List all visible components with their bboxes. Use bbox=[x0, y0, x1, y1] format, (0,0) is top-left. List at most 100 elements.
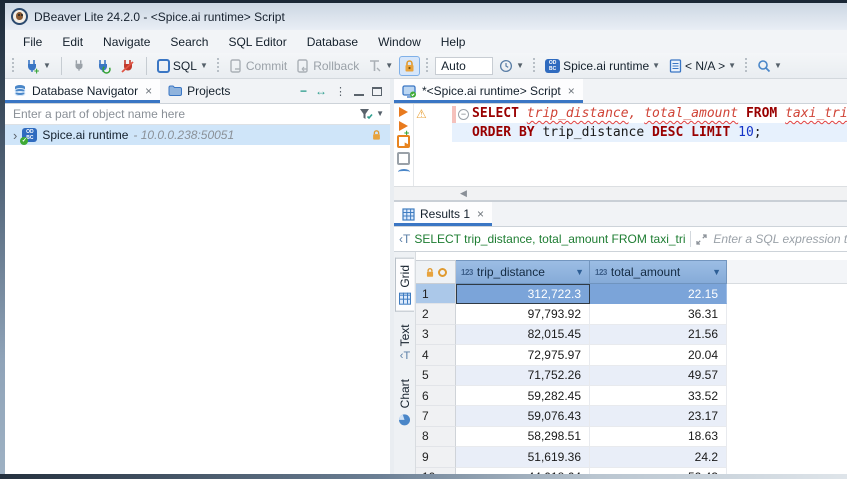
maximize-icon[interactable] bbox=[372, 87, 382, 96]
new-connection-button[interactable]: + ▼ bbox=[21, 56, 54, 76]
tab-sql-script[interactable]: *<Spice.ai runtime> Script × bbox=[394, 79, 583, 103]
transaction-mode-button[interactable]: ▼ bbox=[365, 57, 396, 75]
execute-script-button[interactable] bbox=[397, 135, 410, 148]
column-header-total-amount[interactable]: 123 total_amount ▼ bbox=[590, 260, 727, 284]
tx-mode-combo[interactable]: Auto bbox=[435, 57, 493, 75]
search-button[interactable]: ▼ bbox=[754, 57, 785, 75]
row-number[interactable]: 5 bbox=[416, 366, 456, 386]
menu-item-window[interactable]: Window bbox=[368, 32, 431, 52]
row-number[interactable]: 2 bbox=[416, 304, 456, 324]
table-row[interactable]: 472,975.9720.04 bbox=[416, 345, 847, 365]
sql-editor-body[interactable]: + ⚠ − SELECT trip_distance, total_amount… bbox=[394, 104, 847, 186]
expand-icon[interactable] bbox=[695, 233, 708, 246]
view-tab-text[interactable]: ‹T Text bbox=[396, 318, 414, 367]
close-icon[interactable]: × bbox=[477, 207, 484, 221]
connection-lock-toggle[interactable] bbox=[399, 56, 420, 76]
close-icon[interactable]: × bbox=[145, 84, 152, 98]
filter-funnel-icon[interactable] bbox=[358, 107, 374, 121]
cell-total-amount[interactable]: 22.15 bbox=[590, 284, 727, 304]
code-line-2[interactable]: ORDER BY trip_distance DESC LIMIT 10; bbox=[452, 123, 847, 142]
sort-desc-icon[interactable]: ▼ bbox=[712, 267, 721, 277]
row-number[interactable]: 3 bbox=[416, 325, 456, 345]
expander-icon[interactable]: › bbox=[13, 128, 17, 143]
sql-editor-button[interactable]: SQL ▼ bbox=[154, 57, 211, 75]
table-row[interactable]: 571,752.2649.57 bbox=[416, 366, 847, 386]
menu-item-database[interactable]: Database bbox=[297, 32, 368, 52]
editor-horizontal-scrollbar[interactable]: ◀ bbox=[394, 186, 847, 200]
disconnect-button[interactable] bbox=[117, 56, 139, 76]
execute-statement-button[interactable] bbox=[399, 107, 408, 117]
table-row[interactable]: 951,619.3624.2 bbox=[416, 447, 847, 467]
table-row[interactable]: 1312,722.322.15 bbox=[416, 284, 847, 304]
commit-label: Commit bbox=[246, 59, 287, 73]
cell-total-amount[interactable]: 49.57 bbox=[590, 366, 727, 386]
code-line-1[interactable]: SELECT trip_distance, total_amount FROM … bbox=[472, 104, 847, 123]
tree-item-connection[interactable]: › ODBC Spice.ai runtime - 10.0.0.238:500… bbox=[5, 125, 390, 145]
cell-trip-distance[interactable]: 59,282.45 bbox=[456, 386, 590, 406]
cell-trip-distance[interactable]: 71,752.26 bbox=[456, 366, 590, 386]
sql-code[interactable]: SELECT trip_distance, total_amount FROM … bbox=[472, 104, 847, 142]
cell-trip-distance[interactable]: 312,722.3 bbox=[456, 284, 590, 304]
column-header-trip-distance[interactable]: 123 trip_distance ▼ bbox=[456, 260, 590, 284]
cell-total-amount[interactable]: 21.56 bbox=[590, 325, 727, 345]
minimize-icon[interactable] bbox=[354, 87, 364, 96]
row-number[interactable]: 9 bbox=[416, 447, 456, 467]
sort-desc-icon[interactable]: ▼ bbox=[575, 267, 584, 277]
active-schema-selector[interactable]: < N/A > ▼ bbox=[666, 57, 739, 75]
menu-item-sql-editor[interactable]: SQL Editor bbox=[218, 32, 296, 52]
cell-total-amount[interactable]: 24.2 bbox=[590, 447, 727, 467]
table-row[interactable]: 858,298.5118.63 bbox=[416, 427, 847, 447]
window-frame-left bbox=[0, 0, 5, 479]
row-number[interactable]: 4 bbox=[416, 345, 456, 365]
cell-trip-distance[interactable]: 51,619.36 bbox=[456, 447, 590, 467]
rollback-button[interactable]: Rollback bbox=[293, 57, 362, 75]
scroll-left-arrow-icon[interactable]: ◀ bbox=[460, 188, 467, 199]
separator bbox=[690, 231, 691, 247]
connect-button[interactable] bbox=[69, 56, 89, 75]
cell-trip-distance[interactable]: 59,076.43 bbox=[456, 406, 590, 426]
collapse-all-icon[interactable]: − bbox=[300, 84, 307, 98]
fold-collapse-icon[interactable]: − bbox=[458, 109, 469, 120]
menu-item-file[interactable]: File bbox=[13, 32, 52, 52]
tab-projects[interactable]: Projects bbox=[160, 79, 238, 103]
active-connection-selector[interactable]: ODBC Spice.ai runtime ▼ bbox=[542, 57, 663, 75]
view-menu-icon[interactable]: ⋮ bbox=[335, 85, 346, 98]
menu-item-help[interactable]: Help bbox=[431, 32, 476, 52]
row-number[interactable]: 7 bbox=[416, 406, 456, 426]
tab-database-navigator[interactable]: Database Navigator × bbox=[5, 79, 160, 103]
row-number[interactable]: 1 bbox=[416, 284, 456, 304]
table-row[interactable]: 297,793.9236.31 bbox=[416, 304, 847, 324]
cell-trip-distance[interactable]: 97,793.92 bbox=[456, 304, 590, 324]
table-row[interactable]: 759,076.4323.17 bbox=[416, 406, 847, 426]
title-bar[interactable]: DBeaver Lite 24.2.0 - <Spice.ai runtime>… bbox=[5, 3, 847, 30]
explain-plan-icon[interactable] bbox=[398, 169, 410, 175]
cell-trip-distance[interactable]: 82,015.45 bbox=[456, 325, 590, 345]
menu-item-edit[interactable]: Edit bbox=[52, 32, 93, 52]
grid-corner-cell[interactable] bbox=[416, 260, 456, 284]
object-filter-input[interactable] bbox=[5, 107, 358, 121]
cell-total-amount[interactable]: 33.52 bbox=[590, 386, 727, 406]
reconnect-button[interactable] bbox=[92, 56, 114, 76]
view-tab-chart[interactable]: Chart bbox=[396, 373, 414, 432]
cell-total-amount[interactable]: 18.63 bbox=[590, 427, 727, 447]
row-number[interactable]: 8 bbox=[416, 427, 456, 447]
execute-new-tab-button[interactable]: + bbox=[399, 121, 408, 131]
cell-total-amount[interactable]: 20.04 bbox=[590, 345, 727, 365]
close-icon[interactable]: × bbox=[568, 84, 575, 98]
tx-history-button[interactable]: ▼ bbox=[496, 57, 527, 75]
link-with-editor-icon[interactable]: ↔ bbox=[315, 84, 327, 98]
view-tab-grid[interactable]: Grid bbox=[395, 258, 414, 312]
menu-item-search[interactable]: Search bbox=[160, 32, 218, 52]
tab-results-1[interactable]: Results 1 × bbox=[394, 202, 492, 226]
cell-trip-distance[interactable]: 72,975.97 bbox=[456, 345, 590, 365]
commit-button[interactable]: Commit bbox=[226, 57, 290, 75]
cell-total-amount[interactable]: 36.31 bbox=[590, 304, 727, 324]
row-number[interactable]: 6 bbox=[416, 386, 456, 406]
cell-total-amount[interactable]: 23.17 bbox=[590, 406, 727, 426]
sql-expression-placeholder[interactable]: Enter a SQL expression to bbox=[713, 232, 847, 246]
table-row[interactable]: 382,015.4521.56 bbox=[416, 325, 847, 345]
menu-item-navigate[interactable]: Navigate bbox=[93, 32, 160, 52]
cell-trip-distance[interactable]: 58,298.51 bbox=[456, 427, 590, 447]
table-row[interactable]: 659,282.4533.52 bbox=[416, 386, 847, 406]
chevron-down-icon[interactable]: ▼ bbox=[376, 110, 384, 118]
